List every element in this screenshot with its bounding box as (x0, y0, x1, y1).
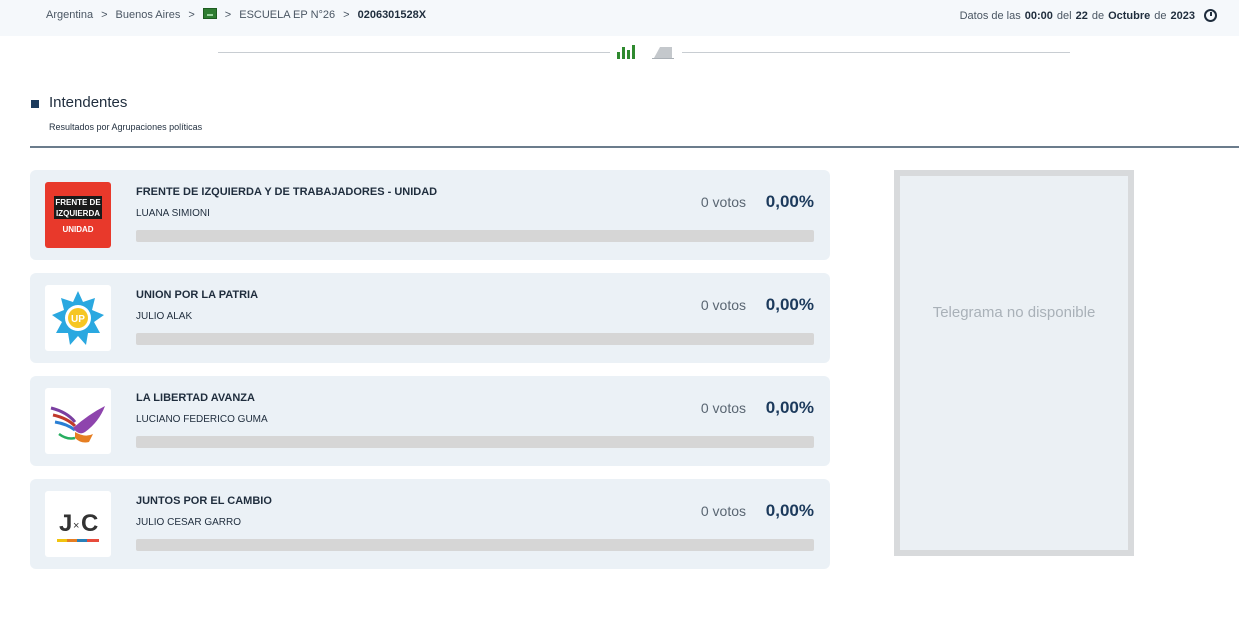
vote-count: 0 votos (700, 503, 746, 519)
result-card[interactable]: LA LIBERTAD AVANZA LUCIANO FEDERICO GUMA… (30, 376, 830, 466)
bar-chart-icon[interactable] (617, 45, 635, 59)
breadcrumb-separator: > (224, 9, 232, 21)
fit-logo-icon: FRENTE DE IZQUIERDA UNIDAD (45, 182, 111, 248)
timestamp-prefix: Datos de las (959, 9, 1021, 22)
timestamp-month: Octubre (1108, 9, 1151, 22)
timestamp-de: de (1091, 9, 1105, 22)
vote-share-bar (136, 230, 814, 242)
result-card[interactable]: FRENTE DE IZQUIERDA UNIDAD FRENTE DE IZQ… (30, 170, 830, 260)
candidate-name: LUANA SIMIONI (136, 208, 210, 219)
party-name: LA LIBERTAD AVANZA (136, 392, 255, 404)
telegram-unavailable-message: Telegrama no disponible (932, 304, 1096, 321)
telegram-icon[interactable] (652, 46, 674, 59)
lla-eagle-logo-icon (45, 388, 111, 454)
timestamp-de: de (1154, 9, 1167, 22)
vote-count: 0 votos (700, 297, 746, 313)
breadcrumb-separator: > (343, 9, 350, 21)
breadcrumb-province[interactable]: Buenos Aires (116, 9, 181, 21)
fit-logo-text-2: IZQUIERDA (56, 209, 100, 218)
vote-percent: 0,00% (765, 295, 814, 314)
vote-percent: 0,00% (765, 501, 814, 520)
up-sun-logo-icon: UP (45, 285, 111, 351)
fit-logo-text-3: UNIDAD (62, 225, 93, 234)
jxc-logo-j: J (59, 510, 72, 537)
party-name: UNION POR LA PATRIA (136, 289, 259, 301)
breadcrumb-school[interactable]: ESCUELA EP N°26 (239, 9, 335, 21)
candidate-name: JULIO ALAK (136, 311, 193, 322)
party-name: JUNTOS POR EL CAMBIO (136, 495, 272, 507)
breadcrumb: Argentina > Buenos Aires > > ESCUELA EP … (46, 7, 427, 21)
vote-share-bar (136, 333, 814, 345)
timestamp-year: 2023 (1170, 9, 1195, 22)
breadcrumb-country[interactable]: Argentina (46, 9, 93, 21)
toggle-divider-right (682, 52, 1070, 53)
vote-count: 0 votos (700, 400, 746, 416)
timestamp-day: 22 (1075, 9, 1088, 22)
fit-logo-text-1: FRENTE DE (55, 198, 101, 207)
vote-share-bar (136, 539, 814, 551)
breadcrumb-separator: > (188, 9, 195, 21)
result-card[interactable]: UP UNION POR LA PATRIA JULIO ALAK 0 voto… (30, 273, 830, 363)
refresh-icon[interactable] (1204, 9, 1217, 22)
vote-percent: 0,00% (765, 398, 814, 417)
breadcrumb-separator: > (101, 9, 108, 21)
candidate-name: JULIO CESAR GARRO (136, 517, 242, 528)
section-divider (30, 146, 1239, 148)
party-name: FRENTE DE IZQUIERDA Y DE TRABAJADORES - … (136, 186, 438, 198)
section-title: Intendentes (49, 94, 128, 111)
breadcrumb-table-id: 0206301528X (357, 9, 427, 21)
timestamp-time: 00:00 (1024, 9, 1053, 22)
section-marker-icon (31, 100, 39, 108)
up-logo-text: UP (71, 314, 85, 325)
telegram-panel: Telegrama no disponible (894, 170, 1134, 556)
vote-share-bar (136, 436, 814, 448)
toggle-divider-left (218, 52, 610, 53)
candidate-name: LUCIANO FEDERICO GUMA (136, 414, 268, 425)
timestamp-del: del (1056, 9, 1072, 22)
vote-percent: 0,00% (765, 192, 814, 211)
vote-count: 0 votos (700, 194, 746, 210)
ballot-box-icon[interactable] (202, 7, 217, 19)
section-subtitle: Resultados por Agrupaciones políticas (49, 122, 203, 132)
jxc-logo-icon: J × C (45, 491, 111, 557)
jxc-logo-x: × (73, 520, 79, 532)
result-card[interactable]: J × C JUNTOS POR EL CAMBIO JULIO CESAR G… (30, 479, 830, 569)
data-timestamp: Datos de las 00:00 del 22 de Octubre de … (959, 9, 1217, 22)
jxc-logo-c: C (81, 510, 98, 537)
top-bar: Argentina > Buenos Aires > > ESCUELA EP … (0, 0, 1239, 36)
